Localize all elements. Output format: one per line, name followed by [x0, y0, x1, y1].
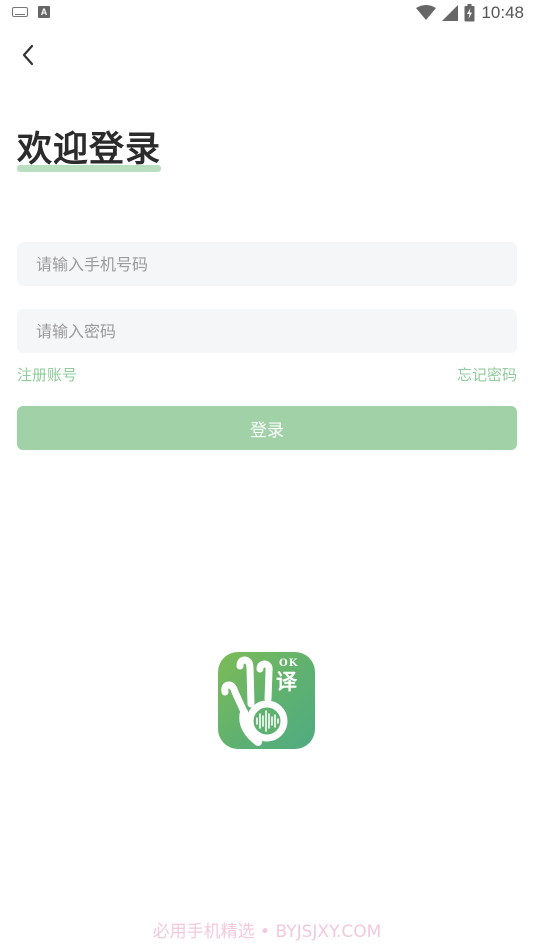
app-logo: OK 译 [218, 652, 315, 749]
status-left-icons: A [12, 6, 50, 18]
status-right-icons: 10:48 [416, 3, 524, 23]
status-bar: A 10:48 [0, 0, 534, 28]
title-block: 欢迎登录 [17, 128, 162, 172]
hand-ok-icon: OK 译 [221, 656, 298, 746]
svg-text:译: 译 [276, 670, 298, 694]
login-button[interactable]: 登录 [17, 406, 517, 450]
signal-icon [442, 5, 459, 21]
register-link[interactable]: 注册账号 [17, 364, 77, 385]
svg-text:OK: OK [279, 658, 298, 669]
password-input[interactable] [17, 309, 517, 353]
battery-charging-icon [464, 4, 475, 22]
wifi-icon [416, 5, 437, 20]
status-time: 10:48 [481, 3, 524, 22]
page-title: 欢迎登录 [17, 130, 162, 170]
a-notification-icon: A [38, 6, 50, 18]
keyboard-icon [12, 7, 28, 17]
back-button[interactable] [12, 40, 44, 70]
watermark-text: 必用手机精选 • BYJSJXY.COM [152, 922, 382, 942]
chevron-left-icon [22, 44, 34, 66]
forgot-password-link[interactable]: 忘记密码 [457, 364, 517, 385]
phone-input[interactable] [17, 242, 517, 286]
